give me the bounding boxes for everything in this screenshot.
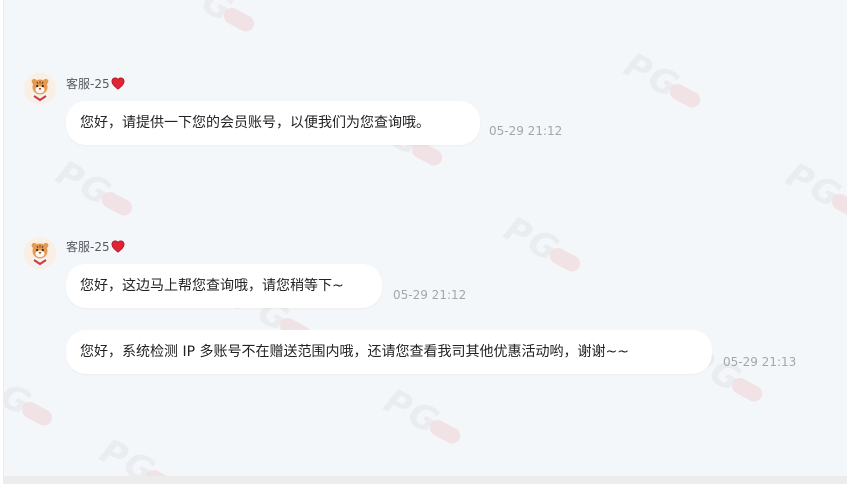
tiger-avatar-icon[interactable] (24, 237, 56, 269)
input-area-edge (4, 476, 847, 484)
message-bubble[interactable]: 您好，请提供一下您的会员账号，以便我们为您查询哦。 (66, 101, 480, 145)
watermark: PG (779, 155, 847, 229)
watermark: PG (497, 209, 589, 283)
message-text: 您好，这边马上帮您查询哦，请您稍等下~ (80, 278, 344, 294)
sender-label: 客服-25 (66, 77, 110, 91)
watermark: PG (49, 153, 141, 227)
heart-icon (111, 240, 125, 253)
watermark: PG (171, 0, 263, 43)
message-bubble[interactable]: 您好，这边马上帮您查询哦，请您稍等下~ (66, 264, 382, 308)
watermark: PG (377, 381, 469, 455)
message-timestamp: 05-29 21:12 (393, 288, 467, 302)
sender-name: 客服-25 (66, 240, 125, 254)
message-text: 您好，系统检测 IP 多账号不在赠送范围内哦，还请您查看我司其他优惠活动哟，谢谢… (80, 344, 629, 360)
message-timestamp: 05-29 21:12 (489, 124, 563, 138)
message-timestamp: 05-29 21:13 (723, 355, 797, 369)
watermark: PG (617, 45, 709, 119)
message-bubble[interactable]: 您好，系统检测 IP 多账号不在赠送范围内哦，还请您查看我司其他优惠活动哟，谢谢… (66, 330, 712, 374)
watermark: PG (93, 431, 185, 476)
heart-icon (111, 77, 125, 90)
sender-label: 客服-25 (66, 240, 110, 254)
chat-message-area[interactable]: PG PG PG PG PG PG PG PG PG PG PG 客服-25 (4, 0, 847, 476)
sender-name: 客服-25 (66, 77, 125, 91)
watermark: PG (4, 363, 61, 437)
tiger-avatar-icon[interactable] (24, 73, 56, 105)
message-text: 您好，请提供一下您的会员账号，以便我们为您查询哦。 (80, 115, 430, 131)
